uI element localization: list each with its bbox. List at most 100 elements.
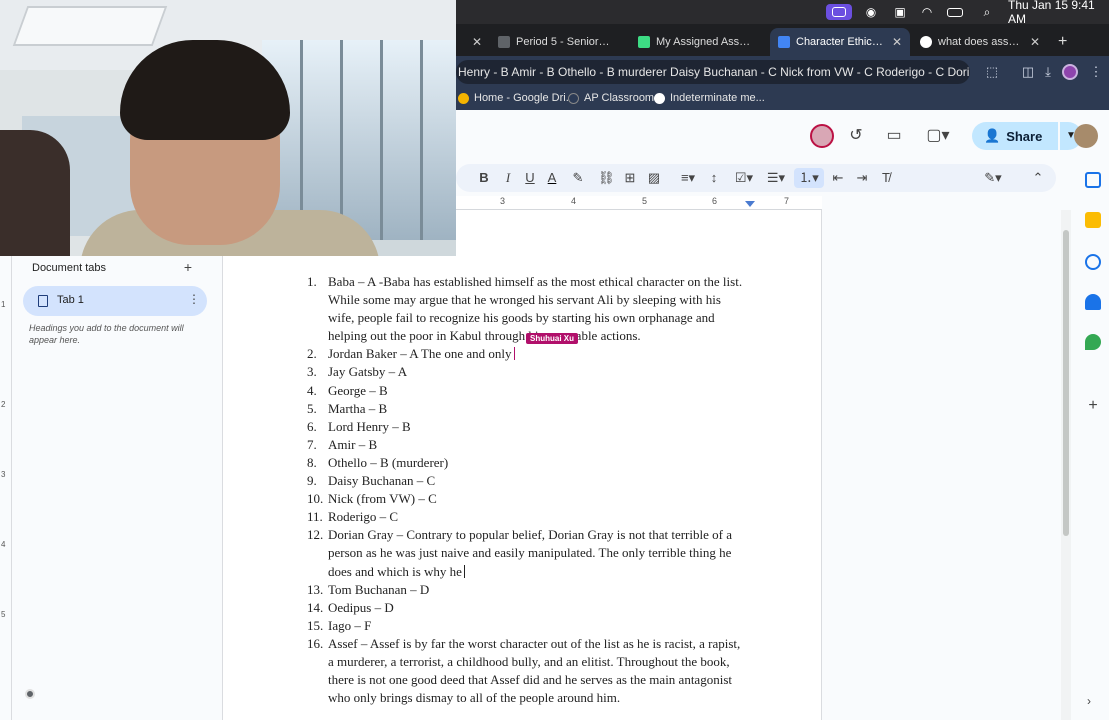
list-item[interactable]: 9. Daisy Buchanan – C (307, 472, 747, 490)
close-icon[interactable]: ✕ (1030, 35, 1040, 49)
tab-close-prev[interactable]: ✕ (460, 28, 490, 56)
indent-marker[interactable] (745, 201, 755, 207)
bookmark-item[interactable]: AP Classroom (568, 92, 654, 104)
line-spacing-icon[interactable]: ↕ (706, 168, 722, 188)
scrollbar-thumb[interactable] (1063, 230, 1069, 536)
decrease-indent-icon[interactable]: ⇤ (830, 168, 846, 188)
wifi-icon[interactable]: ◠ (918, 4, 936, 20)
vruler-tick: 5 (1, 610, 6, 619)
clear-formatting-icon[interactable]: T̸ (878, 168, 894, 188)
battery-icon[interactable] (946, 4, 964, 20)
more-options-icon[interactable]: ⋮ (187, 292, 201, 306)
list-item-text: Daisy Buchanan – C (328, 473, 436, 489)
calendar-icon[interactable] (1085, 172, 1101, 188)
underline-button[interactable]: U (522, 168, 538, 188)
browser-tab[interactable]: My Assigned Assignments (630, 28, 768, 56)
menu-kebab-icon[interactable]: ⋮ (1088, 64, 1104, 80)
list-item[interactable]: 3. Jay Gatsby – A (307, 363, 747, 381)
list-item[interactable]: 16. Assef – Assef is by far the worst cha… (307, 635, 747, 707)
account-avatar[interactable] (1074, 124, 1098, 148)
bold-button[interactable]: B (476, 168, 492, 188)
ruler-tick: 7 (784, 196, 790, 206)
extension-icon[interactable]: ⬚ (984, 64, 1000, 80)
list-item[interactable]: 2. Jordan Baker – A The one and only (307, 345, 747, 363)
list-number: 7. (307, 436, 317, 452)
text-cursor (463, 564, 465, 578)
doc-tab-label: Tab 1 (57, 294, 84, 306)
align-icon[interactable]: ≡▾ (674, 168, 702, 188)
screen-recording-icon[interactable] (826, 4, 852, 20)
list-item-text: Martha – B (328, 400, 388, 416)
browser-tab[interactable]: Period 5 - Senior Seminar (490, 28, 628, 56)
history-icon[interactable]: ↺ (846, 126, 866, 146)
drive-icon (458, 92, 469, 104)
list-item[interactable]: 6. Lord Henry – B (307, 418, 747, 436)
split-view-icon[interactable]: ◫ (1020, 64, 1036, 80)
add-tab-button[interactable]: + (180, 259, 196, 275)
list-number: 5. (307, 400, 317, 416)
insert-image-icon[interactable]: ▨ (646, 168, 662, 188)
camera-icon[interactable]: ◉ (862, 4, 880, 20)
contacts-icon[interactable] (1085, 294, 1101, 310)
tab-title: My Assigned Assignments (656, 36, 752, 48)
browser-tab[interactable]: what does assef do in the kite runner ✕ (912, 28, 1048, 56)
keep-icon[interactable] (1085, 212, 1101, 228)
list-item[interactable]: 7. Amir – B (307, 436, 747, 454)
control-center-icon[interactable]: ▣ (892, 4, 908, 20)
tasks-icon[interactable] (1085, 254, 1101, 270)
checklist-icon[interactable]: ☑▾ (730, 168, 758, 188)
vruler-tick: 4 (1, 540, 6, 549)
list-item[interactable]: 10. Nick (from VW) – C (307, 490, 747, 508)
bulleted-list-icon[interactable]: ☰▾ (762, 168, 790, 188)
collapse-menu-icon[interactable]: ⌃ (1030, 168, 1046, 188)
download-icon[interactable]: ⤓ (1040, 64, 1056, 80)
webcam-blind (420, 40, 423, 240)
search-icon[interactable]: ⌕ (978, 4, 996, 20)
menubar-clock[interactable]: Thu Jan 15 9:41 AM (1008, 0, 1104, 26)
list-item[interactable]: 11. Roderigo – C (307, 508, 747, 526)
address-bar[interactable]: Henry - B Amir - B Othello - B murderer … (456, 60, 970, 84)
list-item[interactable]: 15. Iago – F (307, 617, 747, 635)
browser-tab-active[interactable]: Character Ethics - Google Docs ✕ (770, 28, 910, 56)
list-number: 8. (307, 454, 317, 470)
list-item[interactable]: 14. Oedipus – D (307, 599, 747, 617)
text-color-button[interactable]: A (544, 168, 560, 188)
add-comment-icon[interactable]: ⊞ (622, 168, 638, 188)
meet-icon[interactable]: ▢▾ (924, 126, 952, 146)
outline-hint: Headings you add to the document will ap… (29, 323, 184, 345)
list-item[interactable]: 5. Martha – B (307, 400, 747, 418)
add-addon-icon[interactable]: + (1085, 398, 1101, 414)
list-item-text: Tom Buchanan – D (328, 581, 430, 597)
list-item[interactable]: 12. Dorian Gray – Contrary to popular bel… (307, 526, 747, 580)
increase-indent-icon[interactable]: ⇥ (854, 168, 870, 188)
new-tab-button[interactable]: + (1050, 28, 1074, 56)
maps-icon[interactable] (1085, 334, 1101, 350)
list-item[interactable]: 13. Tom Buchanan – D (307, 581, 747, 599)
list-item[interactable]: 8. Othello – B (murderer) (307, 454, 747, 472)
editing-mode-icon[interactable]: ✎▾ (978, 168, 1008, 188)
list-item-text: Oedipus – D (328, 599, 394, 615)
formatting-toolbar: B I U A ✎ ⛓ ⊞ ▨ ≡▾ ↕ ☑▾ ☰▾ ⒈▾ ⇤ ⇥ T̸ ✎▾ … (456, 164, 1056, 192)
profile-avatar[interactable] (1062, 64, 1078, 80)
bookmark-item[interactable]: Home - Google Dri... (458, 92, 575, 104)
vruler-tick: 1 (1, 300, 6, 309)
docs-favicon-icon (778, 36, 790, 48)
list-item-text: Lord Henry – B (328, 418, 411, 434)
list-item[interactable]: 4. George – B (307, 382, 747, 400)
google-favicon-icon (920, 36, 932, 48)
document-page[interactable]: 1. Baba – A -Baba has established himself… (222, 210, 822, 720)
numbered-list-icon[interactable]: ⒈▾ (794, 168, 824, 188)
list-number: 14. (307, 599, 324, 615)
link-icon[interactable]: ⛓ (598, 168, 615, 188)
doc-tab-1[interactable]: Tab 1 ⋮ (23, 286, 207, 316)
share-button[interactable]: 👤 Share (972, 122, 1058, 150)
italic-button[interactable]: I (500, 168, 516, 188)
collaborator-avatar[interactable] (810, 124, 834, 148)
highlight-icon[interactable]: ✎ (570, 168, 586, 188)
bookmark-item[interactable]: Indeterminate me... (654, 92, 765, 104)
explore-icon[interactable] (25, 689, 35, 699)
close-icon[interactable]: ✕ (892, 35, 902, 49)
comment-icon[interactable]: ▭ (884, 126, 904, 146)
chevron-right-icon[interactable]: › (1087, 694, 1091, 708)
close-icon[interactable]: ✕ (472, 35, 482, 49)
